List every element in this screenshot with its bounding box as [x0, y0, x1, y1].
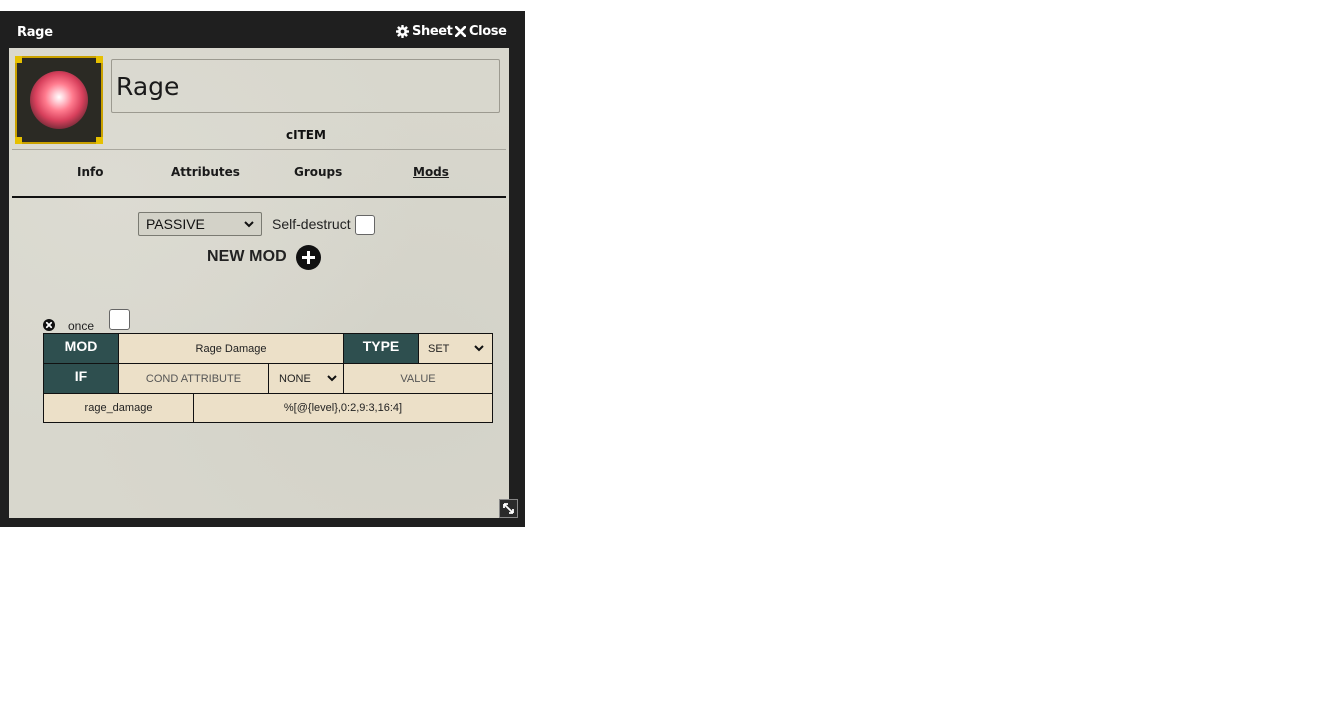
- tab-attributes[interactable]: Attributes: [171, 165, 240, 179]
- type-select-value: SET: [428, 342, 450, 355]
- attribute-field[interactable]: rage_damage: [43, 393, 194, 423]
- close-label: Close: [469, 24, 507, 39]
- chevron-down-icon: [327, 375, 337, 382]
- if-header-label: IF: [74, 368, 88, 384]
- tab-mods[interactable]: Mods: [413, 165, 449, 179]
- type-header-label: TYPE: [362, 338, 400, 354]
- gear-icon: [396, 25, 409, 38]
- mod-name-value: Rage Damage: [195, 342, 267, 355]
- sheet-button[interactable]: Sheet: [396, 24, 453, 39]
- item-image[interactable]: [15, 56, 103, 144]
- mode-select-value: PASSIVE: [146, 216, 205, 232]
- formula-field[interactable]: %[@{level},0:2,9:3,16:4]: [193, 393, 493, 423]
- item-type-label: cITEM: [286, 128, 326, 142]
- resize-handle[interactable]: [499, 499, 518, 518]
- close-button[interactable]: Close: [455, 24, 507, 39]
- once-label: once: [68, 319, 95, 333]
- cond-attribute-field[interactable]: COND ATTRIBUTE: [118, 363, 269, 394]
- type-header: TYPE: [343, 333, 419, 364]
- if-header: IF: [43, 363, 119, 394]
- cond-value-placeholder: VALUE: [400, 372, 436, 385]
- mod-header-label: MOD: [64, 338, 98, 354]
- dialog-titlebar[interactable]: Rage Sheet Close: [0, 11, 525, 48]
- cond-operator-value: NONE: [279, 372, 311, 385]
- remove-circle-icon[interactable]: [43, 319, 55, 331]
- resize-icon: [503, 503, 514, 514]
- type-select[interactable]: SET: [418, 333, 493, 364]
- rage-orb-image: [30, 71, 88, 129]
- sheet-label: Sheet: [412, 24, 453, 39]
- item-sheet-dialog: Rage Sheet Close Rage cITEM Info Attribu…: [0, 11, 525, 527]
- tabs-divider: [12, 196, 506, 198]
- self-destruct-checkbox[interactable]: [355, 215, 375, 235]
- attribute-value: rage_damage: [84, 402, 153, 414]
- dialog-title: Rage: [17, 25, 53, 40]
- chevron-down-icon: [244, 220, 254, 227]
- tab-info[interactable]: Info: [77, 165, 103, 179]
- chevron-down-icon: [474, 345, 484, 352]
- cond-value-field[interactable]: VALUE: [343, 363, 493, 394]
- plus-circle-icon[interactable]: [296, 245, 321, 270]
- mode-select[interactable]: PASSIVE: [138, 212, 262, 236]
- self-destruct-label: Self-destruct: [272, 216, 351, 232]
- formula-value: %[@{level},0:2,9:3,16:4]: [283, 402, 403, 414]
- close-icon: [455, 26, 466, 37]
- tab-groups[interactable]: Groups: [294, 165, 342, 179]
- mod-header: MOD: [43, 333, 119, 364]
- tab-bar: Info Attributes Groups Mods: [9, 165, 509, 185]
- cond-operator-select[interactable]: NONE: [268, 363, 344, 394]
- new-mod-label: NEW MOD: [207, 248, 287, 265]
- sheet-content: cITEM Info Attributes Groups Mods PASSIV…: [9, 48, 509, 518]
- mod-name-field[interactable]: Rage Damage: [118, 333, 344, 364]
- once-checkbox[interactable]: [109, 309, 130, 330]
- item-name-input[interactable]: [111, 59, 500, 113]
- header-divider: [12, 149, 506, 150]
- cond-attribute-placeholder: COND ATTRIBUTE: [145, 372, 242, 385]
